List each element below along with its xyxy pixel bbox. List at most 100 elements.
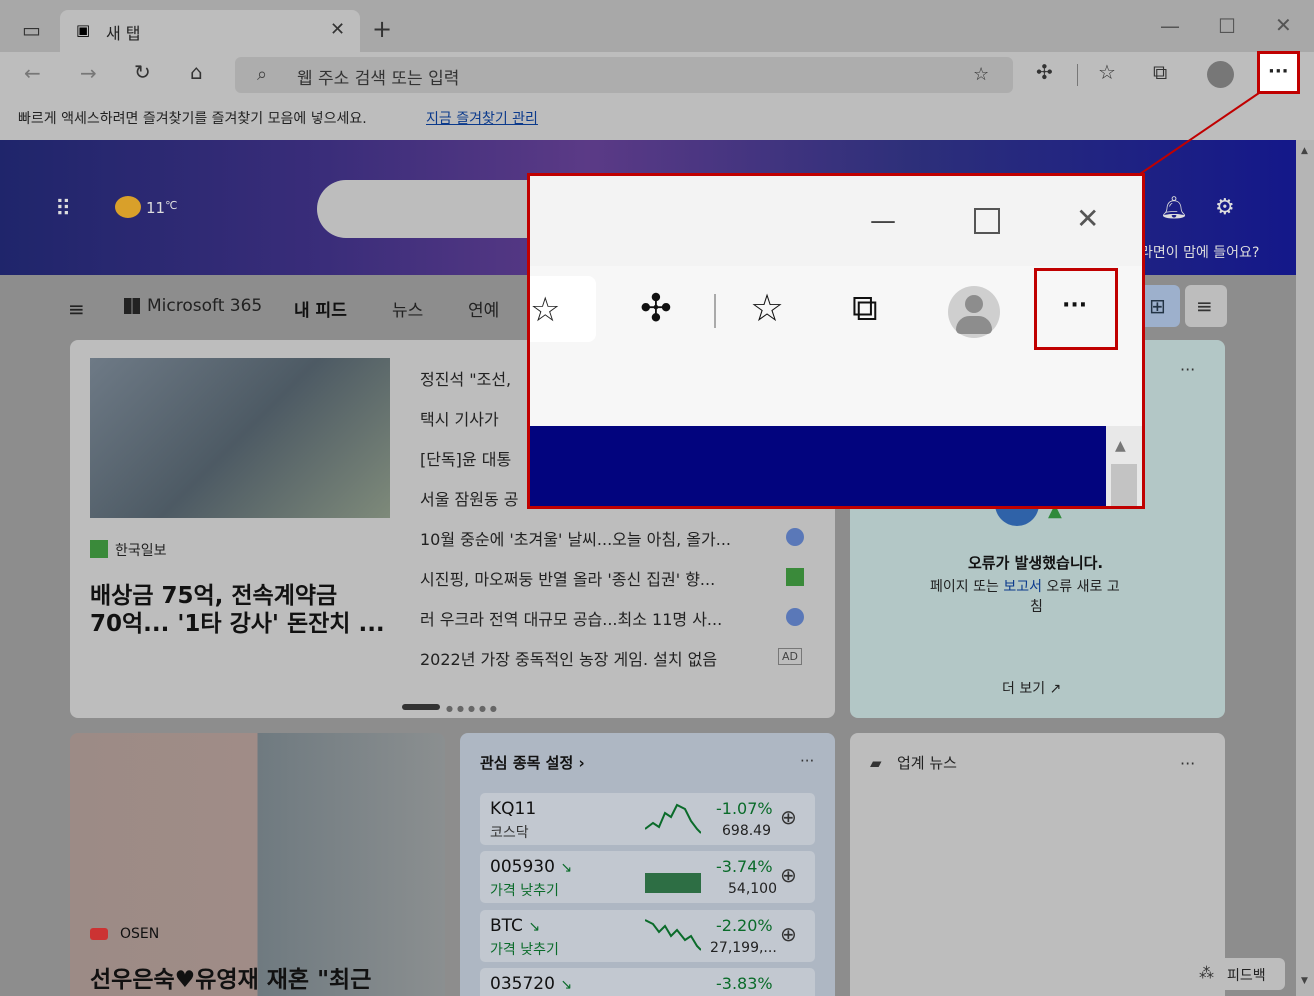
- nav-my-feed[interactable]: 내 피드: [294, 296, 347, 321]
- favorites-bar: 빠르게 액세스하려면 즐겨찾기를 즐겨찾기 모음에 넣으세요. 지금 즐겨찾기 …: [0, 98, 1314, 141]
- zoom-collections-icon: ⧉: [852, 288, 878, 329]
- add-stock-icon[interactable]: ⊕: [780, 922, 797, 946]
- carousel-indicators[interactable]: ●●●●●: [446, 704, 501, 713]
- photo-source: OSEN: [120, 926, 160, 942]
- source-icon: [786, 528, 804, 546]
- headline-6[interactable]: 시진핑, 마오쩌둥 반열 올라 '종신 집권' 향...: [420, 566, 715, 590]
- notification-bell-icon[interactable]: 🔔︎: [1160, 196, 1188, 221]
- industry-more-icon[interactable]: ···: [1180, 754, 1195, 773]
- tab-close-icon[interactable]: ✕: [330, 19, 345, 40]
- photo-title[interactable]: 선우은숙♥유영재 재혼 "최근: [90, 960, 371, 994]
- forward-icon[interactable]: →: [80, 63, 97, 83]
- feedback-icon: ⁂: [1199, 964, 1214, 982]
- address-placeholder: 웹 주소 검색 또는 입력: [297, 69, 460, 89]
- headline-5[interactable]: 10월 중순에 '초겨울' 날씨...오늘 아침, 올가...: [420, 526, 731, 550]
- add-favorite-icon[interactable]: ☆: [973, 64, 989, 85]
- hero-search-box[interactable]: [317, 180, 557, 238]
- zoom-add-favorite-icon: ☆: [530, 290, 561, 330]
- refresh-icon[interactable]: ↻: [134, 62, 151, 82]
- stock-row[interactable]: 005930 ↘ 가격 낮추기 -3.74% 54,100 ⊕: [480, 851, 815, 903]
- tab-actions-icon[interactable]: ▭: [22, 20, 41, 40]
- stock-row[interactable]: 035720 ↘ -3.83%: [480, 968, 815, 996]
- zoom-address-end: ☆: [530, 276, 596, 342]
- stock-change: -3.83%: [716, 974, 773, 993]
- nav-news[interactable]: 뉴스: [392, 296, 423, 321]
- ad-badge: AD: [778, 648, 802, 665]
- close-window-icon[interactable]: ✕: [1275, 15, 1292, 35]
- carousel-indicator-active[interactable]: [402, 704, 440, 710]
- briefcase-icon: ▰: [870, 754, 882, 772]
- settings-more-button[interactable]: ···: [1257, 51, 1300, 94]
- stock-symbol: 005930 ↘: [490, 857, 573, 877]
- stock-price: 27,199,...: [710, 940, 777, 956]
- stock-change: -2.20%: [716, 916, 773, 935]
- add-stock-icon[interactable]: ⊕: [780, 805, 797, 829]
- microsoft-365-icon: [124, 298, 140, 314]
- headline-3[interactable]: [단독]윤 대통: [420, 446, 511, 470]
- error-title: 오류가 발생했습니다.: [968, 554, 1104, 572]
- source-icon: [786, 608, 804, 626]
- address-bar[interactable]: ⌕ 웹 주소 검색 또는 입력 ☆: [235, 57, 1013, 93]
- new-tab-plus-icon[interactable]: +: [372, 17, 392, 41]
- external-link-icon: ↗: [1049, 681, 1062, 697]
- minimize-icon[interactable]: —: [1160, 16, 1180, 36]
- weather-temp: 11℃: [146, 199, 178, 217]
- apps-grid-icon[interactable]: ⠿: [55, 197, 71, 222]
- headline-7[interactable]: 러 우크라 전역 대규모 공습...최소 11명 사...: [420, 606, 722, 630]
- zoom-more-dots-icon: ···: [1062, 293, 1088, 318]
- home-icon[interactable]: ⌂: [190, 62, 203, 82]
- nav-microsoft-365[interactable]: Microsoft 365: [147, 296, 262, 316]
- industry-title: 업계 뉴스: [897, 754, 957, 772]
- headline-4[interactable]: 서울 잠원동 공: [420, 486, 519, 510]
- stock-row[interactable]: BTC ↘ 가격 낮추기 -2.20% 27,199,... ⊕: [480, 910, 815, 962]
- trend-down-icon: ↘: [560, 977, 573, 993]
- menu-hamburger-icon[interactable]: ≡: [68, 297, 85, 321]
- stock-sub: 가격 낮추기: [490, 942, 559, 958]
- tab-title: 새 탭: [106, 24, 141, 43]
- page-scrollbar[interactable]: ▲ ▼: [1296, 140, 1314, 996]
- scroll-down-icon: ▼: [1301, 976, 1308, 986]
- report-link[interactable]: 보고서: [1003, 579, 1042, 595]
- stock-change: -3.74%: [716, 857, 773, 876]
- photo-story-card[interactable]: [70, 733, 445, 996]
- osen-logo-icon: [90, 928, 108, 940]
- page-settings-icon[interactable]: ⚙: [1215, 195, 1235, 220]
- feedback-button[interactable]: ⁂ 피드백: [1185, 958, 1285, 990]
- manage-favorites-link[interactable]: 지금 즐겨찾기 관리: [426, 108, 538, 128]
- zoom-callout: — ✕ ☆ ✣ ☆ ⧉ ··· ▲: [527, 173, 1145, 509]
- hankook-logo-icon: [90, 540, 108, 558]
- maximize-icon[interactable]: ☐: [1218, 16, 1236, 36]
- extensions-icon[interactable]: ✣: [1036, 62, 1053, 82]
- stock-price: 698.49: [722, 823, 771, 839]
- nav-entertainment[interactable]: 연예: [468, 296, 499, 321]
- tab-new[interactable]: ▣ 새 탭 ✕: [60, 10, 360, 52]
- stocks-more-icon[interactable]: ···: [800, 752, 814, 770]
- watchlist-header[interactable]: 관심 종목 설정 ›: [480, 752, 585, 773]
- zoom-page-strip: [530, 426, 1106, 506]
- profile-avatar[interactable]: [1207, 61, 1234, 88]
- story-image[interactable]: [90, 358, 390, 518]
- see-more-link[interactable]: 더 보기 ↗: [1002, 678, 1061, 698]
- zoom-maximize-icon: [974, 208, 1000, 234]
- collections-icon[interactable]: ⧉: [1153, 62, 1167, 82]
- hero-question: 라면이 맘에 들어요?: [1140, 245, 1260, 261]
- list-view-toggle[interactable]: ≡: [1185, 285, 1227, 327]
- add-stock-icon[interactable]: ⊕: [780, 863, 797, 887]
- back-icon[interactable]: ←: [24, 63, 41, 83]
- favorites-icon[interactable]: ☆: [1098, 62, 1116, 82]
- zoom-profile-avatar: [948, 286, 1000, 338]
- error-message-line2: 침: [1030, 599, 1043, 615]
- story-title-line2[interactable]: 70억... '1타 강사' 돈잔치 ...: [90, 604, 385, 638]
- zoom-close-icon: ✕: [1076, 202, 1100, 235]
- headline-1[interactable]: 정진석 "조선,: [420, 366, 511, 390]
- trend-down-icon: ↘: [528, 919, 541, 935]
- headline-2[interactable]: 택시 기사가: [420, 406, 499, 430]
- headline-8[interactable]: 2022년 가장 중독적인 농장 게임. 설치 없음: [420, 646, 717, 670]
- stock-price: 54,100: [728, 881, 777, 897]
- toolbar-divider: [1077, 64, 1078, 86]
- card-more-icon[interactable]: ···: [1180, 360, 1195, 379]
- callout-connector: [1139, 92, 1260, 175]
- source-icon: [786, 568, 804, 586]
- stock-row[interactable]: KQ11 코스닥 -1.07% 698.49 ⊕: [480, 793, 815, 845]
- stock-symbol: KQ11: [490, 799, 537, 819]
